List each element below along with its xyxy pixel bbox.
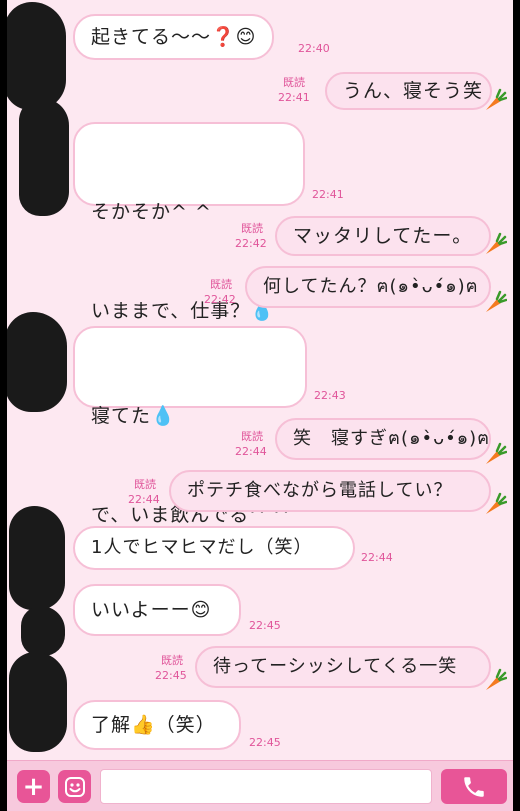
plus-icon[interactable]: + xyxy=(17,770,50,803)
message-bubble[interactable]: 笑 寝すぎฅ(๑•̀ᴗ•́๑)ฅ xyxy=(275,418,491,460)
read-receipt: 既読 xyxy=(134,478,156,491)
message-bubble[interactable]: 待ってーシッシしてくる一笑 xyxy=(195,646,491,688)
avatar[interactable] xyxy=(9,652,67,752)
carrot-icon xyxy=(486,492,507,514)
carrot-icon xyxy=(486,442,507,464)
message-time: 22:45 xyxy=(155,669,187,682)
message-bubble[interactable]: いいよーー😊 xyxy=(73,584,241,636)
message-bubble[interactable]: ポテチ食べながら電話してい？ xyxy=(169,470,491,512)
message-bubble[interactable]: 1人でヒマヒマだし（笑） xyxy=(73,526,355,570)
message-time: 22:44 xyxy=(128,493,160,506)
avatar[interactable] xyxy=(21,606,65,656)
phone-icon[interactable] xyxy=(441,769,507,804)
read-receipt: 既読 xyxy=(161,654,183,667)
smiley-icon[interactable] xyxy=(58,770,91,803)
message-time: 22:41 xyxy=(278,91,310,104)
avatar[interactable] xyxy=(9,506,65,610)
message-bubble[interactable]: 何してたん？ฅ(๑•̀ᴗ•́๑)ฅ xyxy=(245,266,491,308)
message-time: 22:45 xyxy=(249,736,281,749)
message-time: 22:44 xyxy=(361,551,393,564)
message-bubble[interactable]: そかそか^ ^ いままで、仕事？💧 xyxy=(73,122,305,322)
message-line: 寝てた💧 xyxy=(91,405,176,427)
input-bar: + xyxy=(7,760,513,811)
message-time: 22:43 xyxy=(314,389,346,402)
read-receipt: 既読 xyxy=(241,430,263,443)
avatar[interactable] xyxy=(19,98,69,216)
message-bubble[interactable]: マッタリしてたー。 xyxy=(275,216,491,256)
read-receipt: 既読 xyxy=(283,76,305,89)
message-time: 22:42 xyxy=(204,293,236,306)
chat-screen: 起きてる〜〜❓😊 22:40 既読 22:41 うん、寝そう笑 そかそか^ ^ … xyxy=(7,0,513,811)
message-time: 22:45 xyxy=(249,619,281,632)
message-time: 22:40 xyxy=(298,42,330,55)
phone-glyph xyxy=(464,776,484,797)
avatar[interactable] xyxy=(7,2,66,110)
message-bubble[interactable]: うん、寝そう笑 xyxy=(325,72,492,110)
carrot-icon xyxy=(486,232,507,254)
smiley-glyph xyxy=(64,776,85,797)
message-input[interactable] xyxy=(100,769,432,804)
carrot-icon xyxy=(486,88,507,110)
read-receipt: 既読 xyxy=(241,222,263,235)
message-bubble[interactable]: 寝てた💧 で、いま飲んでる^ ^ xyxy=(73,326,307,526)
message-time: 22:42 xyxy=(235,237,267,250)
message-time: 22:44 xyxy=(235,445,267,458)
avatar[interactable] xyxy=(7,312,67,412)
message-bubble[interactable]: 起きてる〜〜❓😊 xyxy=(73,14,275,60)
carrot-icon xyxy=(486,290,507,312)
message-time: 22:41 xyxy=(312,188,344,201)
carrot-icon xyxy=(486,668,507,690)
message-bubble[interactable]: 了解👍（笑） xyxy=(73,700,241,750)
read-receipt: 既読 xyxy=(210,278,232,291)
